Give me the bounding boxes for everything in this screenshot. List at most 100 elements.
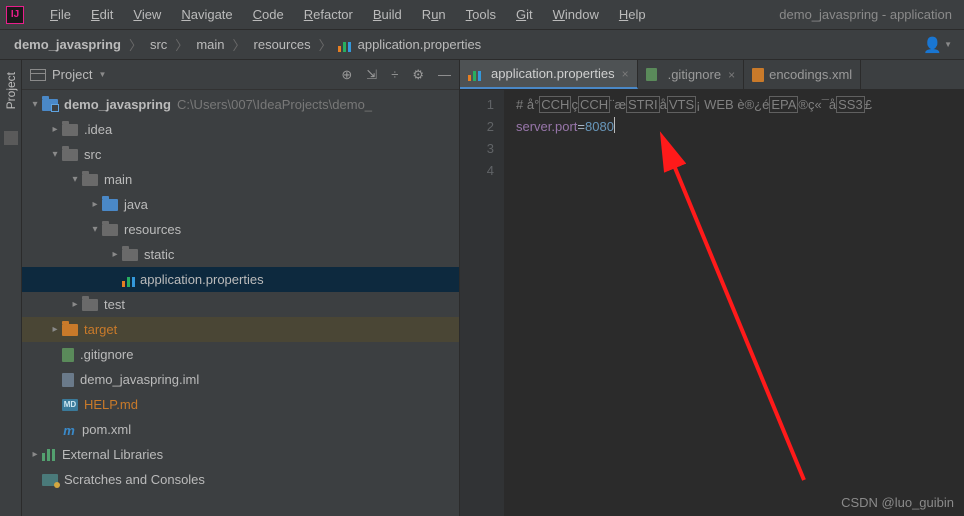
tree-static[interactable]: static — [22, 242, 459, 267]
tree-label: pom.xml — [82, 422, 131, 437]
folder-icon — [62, 124, 78, 136]
tree-label: demo_javaspring — [64, 97, 171, 112]
crumb-root[interactable]: demo_javaspring — [12, 37, 123, 52]
tree-resources[interactable]: resources — [22, 217, 459, 242]
expand-arrow-icon[interactable] — [68, 299, 82, 310]
tree-path: C:\Users\007\IdeaProjects\demo_ — [177, 97, 372, 112]
code-content[interactable]: # å°CCHçCCH¨æSTRIåVTS¡ WEB è®¿éEPA®ç«¯åS… — [504, 90, 964, 516]
folder-icon — [62, 149, 78, 161]
tab-label: .gitignore — [668, 67, 721, 82]
tab-label: application.properties — [491, 66, 615, 81]
menu-navigate[interactable]: Navigate — [171, 7, 242, 22]
module-icon — [42, 99, 58, 111]
tree-label: resources — [124, 222, 181, 237]
tree-appprops[interactable]: application.properties — [22, 267, 459, 292]
tree-root[interactable]: demo_javaspring C:\Users\007\IdeaProject… — [22, 92, 459, 117]
close-icon[interactable]: × — [728, 68, 735, 82]
caret — [614, 117, 615, 133]
tree-target[interactable]: target — [22, 317, 459, 342]
menu-help[interactable]: Help — [609, 7, 656, 22]
collapse-icon[interactable]: ÷ — [391, 67, 398, 82]
menu-edit[interactable]: Edit — [81, 7, 123, 22]
expand-arrow-icon[interactable] — [28, 99, 42, 110]
expand-arrow-icon[interactable] — [48, 324, 62, 335]
maven-icon: m — [62, 423, 76, 437]
code-line-2: server.port=8080 — [516, 116, 964, 138]
tab-application-properties[interactable]: application.properties × — [460, 60, 638, 89]
annotation-arrow — [604, 130, 844, 490]
tree-gitignore[interactable]: .gitignore — [22, 342, 459, 367]
expand-arrow-icon[interactable] — [108, 249, 122, 260]
menubar: IJ File Edit View Navigate Code Refactor… — [0, 0, 964, 30]
expand-arrow-icon[interactable] — [48, 149, 62, 160]
properties-icon — [468, 67, 482, 81]
source-folder-icon — [102, 199, 118, 211]
project-tree: demo_javaspring C:\Users\007\IdeaProject… — [22, 90, 459, 516]
tree-iml[interactable]: demo_javaspring.iml — [22, 367, 459, 392]
editor[interactable]: 1 2 3 4 # å°CCHçCCH¨æSTRIåVTS¡ WEB è®¿éE… — [460, 90, 964, 516]
tree-label: HELP.md — [84, 397, 138, 412]
line-number: 4 — [460, 160, 494, 182]
chevron-down-icon[interactable]: ▼ — [98, 70, 106, 79]
menu-window[interactable]: Window — [543, 7, 609, 22]
user-menu-icon[interactable]: 👤▼ — [923, 36, 952, 54]
tree-pom[interactable]: m pom.xml — [22, 417, 459, 442]
gear-icon[interactable]: ⚙ — [412, 67, 424, 83]
gitignore-icon — [62, 348, 74, 362]
crumb-src[interactable]: src — [148, 37, 169, 52]
tree-main[interactable]: main — [22, 167, 459, 192]
close-icon[interactable]: × — [622, 67, 629, 81]
menu-refactor[interactable]: Refactor — [294, 7, 363, 22]
chevron-icon: 〉 — [313, 35, 338, 54]
menu-view[interactable]: View — [123, 7, 171, 22]
folder-icon — [82, 174, 98, 186]
tree-scratches[interactable]: Scratches and Consoles — [22, 467, 459, 492]
hide-icon[interactable]: — — [438, 67, 451, 82]
properties-icon — [338, 38, 352, 52]
folder-icon — [122, 249, 138, 261]
tree-label: test — [104, 297, 125, 312]
side-tab-project[interactable]: Project — [4, 68, 18, 113]
tree-external-libs[interactable]: External Libraries — [22, 442, 459, 467]
line-number: 3 — [460, 138, 494, 160]
expand-arrow-icon[interactable] — [88, 224, 102, 235]
app-icon: IJ — [6, 6, 24, 24]
menu-tools[interactable]: Tools — [456, 7, 506, 22]
expand-arrow-icon[interactable] — [48, 124, 62, 135]
menu-file[interactable]: File — [40, 7, 81, 22]
excluded-folder-icon — [62, 324, 78, 336]
menu-build[interactable]: Build — [363, 7, 412, 22]
tree-label: target — [84, 322, 117, 337]
expand-arrow-icon[interactable] — [28, 449, 42, 460]
tree-help[interactable]: MD HELP.md — [22, 392, 459, 417]
expand-arrow-icon[interactable] — [68, 174, 82, 185]
side-tab-structure-icon[interactable] — [4, 131, 18, 145]
menu-git[interactable]: Git — [506, 7, 543, 22]
menu-run[interactable]: Run — [412, 7, 456, 22]
locate-icon[interactable]: ⊕ — [341, 67, 352, 83]
crumb-file[interactable]: application.properties — [356, 37, 484, 52]
folder-icon — [82, 299, 98, 311]
libraries-icon — [42, 449, 56, 461]
watermark: CSDN @luo_guibin — [841, 495, 954, 510]
chevron-icon: 〉 — [227, 35, 252, 54]
project-panel: Project ▼ ⊕ ⇲ ÷ ⚙ — demo_javaspring C:\U… — [22, 60, 460, 516]
tree-src[interactable]: src — [22, 142, 459, 167]
menu-code[interactable]: Code — [243, 7, 294, 22]
expand-icon[interactable]: ⇲ — [366, 67, 377, 83]
breadcrumb-bar: demo_javaspring 〉 src 〉 main 〉 resources… — [0, 30, 964, 60]
tree-test[interactable]: test — [22, 292, 459, 317]
crumb-resources[interactable]: resources — [252, 37, 313, 52]
tree-java[interactable]: java — [22, 192, 459, 217]
side-tab-bar: Project — [0, 60, 22, 516]
project-view-icon — [30, 69, 46, 81]
chevron-icon: 〉 — [123, 35, 148, 54]
crumb-main[interactable]: main — [194, 37, 226, 52]
tab-encodings-xml[interactable]: encodings.xml — [744, 60, 861, 89]
chevron-icon: 〉 — [169, 35, 194, 54]
editor-tabs: application.properties × .gitignore × en… — [460, 60, 964, 90]
project-panel-title[interactable]: Project — [52, 67, 92, 82]
tab-gitignore[interactable]: .gitignore × — [638, 60, 745, 89]
expand-arrow-icon[interactable] — [88, 199, 102, 210]
tree-idea[interactable]: .idea — [22, 117, 459, 142]
